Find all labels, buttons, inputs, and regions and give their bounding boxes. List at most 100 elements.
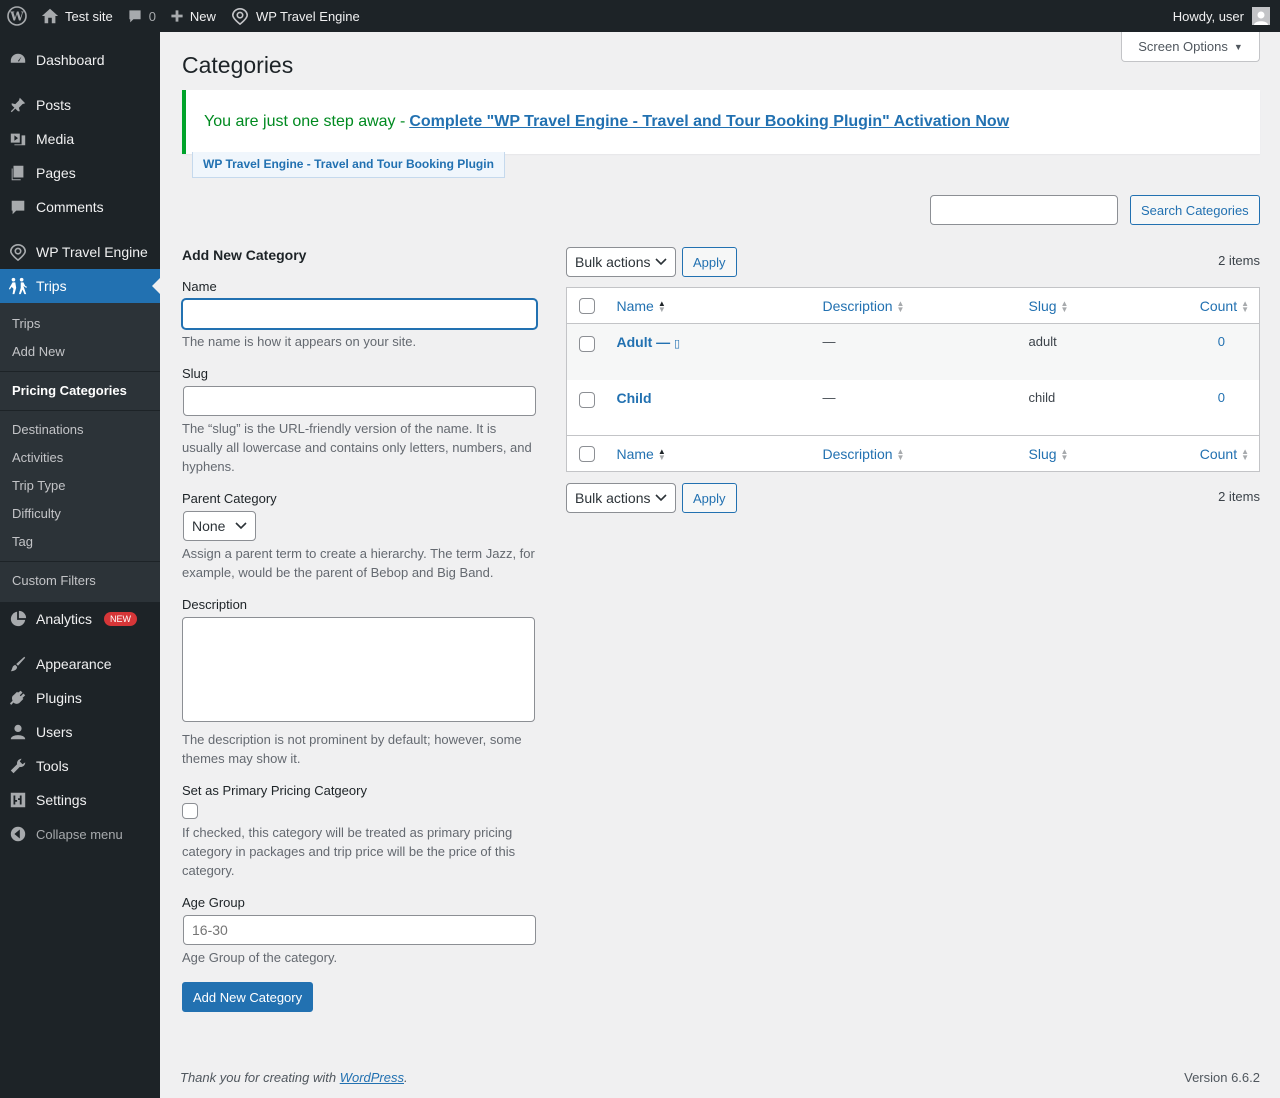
menu-plugins[interactable]: Plugins — [0, 681, 160, 715]
name-field[interactable] — [182, 299, 537, 329]
parent-category-select[interactable]: None — [183, 511, 257, 541]
user-icon — [8, 722, 28, 742]
sort-indicator-icon: ▲ ▼ — [657, 446, 666, 462]
chevron-down-icon — [655, 258, 667, 266]
column-count-label: Count — [1199, 445, 1238, 462]
menu-media-label: Media — [36, 131, 75, 147]
age-group-field[interactable] — [183, 915, 536, 945]
column-description-header[interactable]: Description ▲ ▼ — [812, 435, 1019, 472]
row-count-link[interactable]: 0 — [1169, 380, 1260, 436]
plugin-tab[interactable]: WP Travel Engine - Travel and Tour Booki… — [192, 152, 505, 178]
submenu-trips[interactable]: Trips — [0, 310, 160, 338]
submenu-activities[interactable]: Activities — [0, 444, 160, 472]
submenu-difficulty[interactable]: Difficulty — [0, 500, 160, 528]
search-categories-button[interactable]: Search Categories — [1130, 195, 1260, 225]
page-title: Categories — [182, 52, 294, 78]
column-count-label: Count — [1199, 297, 1238, 314]
menu-appearance[interactable]: Appearance — [0, 647, 160, 681]
submenu-add-new[interactable]: Add New — [0, 338, 160, 366]
wp-travel-engine-link[interactable]: WP Travel Engine — [223, 0, 367, 32]
my-account-link[interactable]: Howdy, user — [1166, 0, 1280, 32]
new-label: New — [189, 8, 216, 24]
select-all-cell — [566, 435, 607, 472]
submenu-destinations[interactable]: Destinations — [0, 416, 160, 444]
menu-trips[interactable]: Trips — [0, 269, 160, 303]
wordpress-link[interactable]: WordPress — [340, 1070, 404, 1085]
description-label: Description — [182, 597, 248, 612]
wordpress-logo-icon[interactable]: W — [0, 0, 34, 32]
menu-settings[interactable]: Settings — [0, 783, 160, 817]
travel-engine-icon — [231, 7, 248, 25]
collapse-menu-button[interactable]: Collapse menu — [0, 817, 160, 851]
menu-analytics[interactable]: Analytics NEW — [0, 602, 160, 636]
age-group-help: Age Group of the category. — [182, 950, 338, 965]
plug-icon — [8, 688, 28, 708]
row-count-link[interactable]: 0 — [1168, 323, 1260, 380]
column-description-header[interactable]: Description ▲ ▼ — [812, 287, 1019, 324]
column-description-label: Description — [822, 445, 893, 462]
select-all-checkbox[interactable] — [579, 297, 595, 314]
add-new-category-button[interactable]: Add New Category — [182, 982, 314, 1012]
submenu-tag[interactable]: Tag — [0, 528, 160, 556]
menu-dashboard-label: Dashboard — [36, 52, 105, 68]
submenu-custom-filters[interactable]: Custom Filters — [0, 567, 160, 595]
collapse-menu-label: Collapse menu — [36, 826, 123, 842]
notice-text: You are just one step away - — [204, 113, 406, 130]
row-slug-cell: adult — [1018, 323, 1169, 380]
menu-pages[interactable]: Pages — [0, 156, 160, 190]
sort-indicator-icon: ▲ ▼ — [896, 446, 905, 462]
parent-help: Assign a parent term to create a hierarc… — [182, 546, 535, 580]
row-checkbox-cell — [566, 323, 607, 380]
menu-trips-label: Trips — [36, 278, 67, 294]
site-name-link[interactable]: Test site — [34, 0, 120, 32]
menu-wp-travel-engine[interactable]: WP Travel Engine — [0, 235, 160, 269]
column-count-header[interactable]: Count ▲ ▼ — [1168, 435, 1260, 472]
row-name-link[interactable]: Adult — — [617, 334, 675, 350]
trips-submenu: Trips Add New Pricing Categories Destina… — [0, 303, 160, 602]
description-help: The description is not prominent by defa… — [182, 732, 522, 766]
column-count-header[interactable]: Count ▲ ▼ — [1168, 287, 1260, 324]
submenu-trip-type[interactable]: Trip Type — [0, 472, 160, 500]
menu-users[interactable]: Users — [0, 715, 160, 749]
row-checkbox[interactable] — [579, 336, 595, 352]
bulk-actions-select[interactable]: Bulk actions — [566, 247, 676, 277]
site-name: Test site — [65, 8, 113, 24]
row-description-cell: — — [812, 323, 1019, 380]
column-name-header[interactable]: Name ▲ ▼ — [606, 287, 813, 324]
submenu-pricing-categories[interactable]: Pricing Categories — [0, 377, 160, 405]
column-name-header[interactable]: Name ▲ ▼ — [606, 435, 813, 472]
bulk-actions-value: Bulk actions — [575, 490, 651, 506]
screen-options-button[interactable]: Screen Options ▼ — [1121, 32, 1260, 62]
footer-period: . — [404, 1070, 408, 1085]
search-input[interactable] — [930, 195, 1118, 225]
menu-posts[interactable]: Posts — [0, 88, 160, 122]
row-checkbox[interactable] — [579, 391, 595, 408]
select-all-checkbox[interactable] — [579, 445, 595, 462]
wrench-icon — [8, 756, 28, 776]
row-name-link[interactable]: Child — [617, 390, 652, 406]
slug-field[interactable] — [183, 386, 536, 416]
table-row: Child — child 0 — [567, 380, 1260, 436]
menu-comments[interactable]: Comments — [0, 190, 160, 224]
column-slug-header[interactable]: Slug ▲ ▼ — [1018, 435, 1169, 472]
sort-indicator-icon: ▲ ▼ — [1060, 446, 1069, 462]
menu-tools[interactable]: Tools — [0, 749, 160, 783]
comments-count: 0 — [148, 8, 156, 24]
form-title: Add New Category — [182, 247, 307, 263]
apply-button[interactable]: Apply — [682, 247, 737, 277]
footer-version: Version 6.6.2 — [1184, 1070, 1260, 1085]
name-help: The name is how it appears on your site. — [182, 334, 417, 349]
primary-help: If checked, this category will be treate… — [182, 825, 516, 878]
new-content-link[interactable]: New — [163, 0, 223, 32]
menu-dashboard[interactable]: Dashboard — [0, 43, 160, 77]
hikers-icon — [8, 276, 28, 296]
apply-button[interactable]: Apply — [682, 483, 737, 513]
menu-media[interactable]: Media — [0, 122, 160, 156]
bulk-actions-value: Bulk actions — [575, 254, 651, 270]
primary-checkbox[interactable] — [182, 803, 198, 819]
comments-link[interactable]: 0 — [120, 0, 163, 32]
column-slug-header[interactable]: Slug ▲ ▼ — [1018, 287, 1169, 324]
description-textarea[interactable] — [182, 617, 535, 722]
activation-link[interactable]: Complete "WP Travel Engine - Travel and … — [409, 113, 1009, 131]
bulk-actions-select[interactable]: Bulk actions — [566, 483, 676, 513]
